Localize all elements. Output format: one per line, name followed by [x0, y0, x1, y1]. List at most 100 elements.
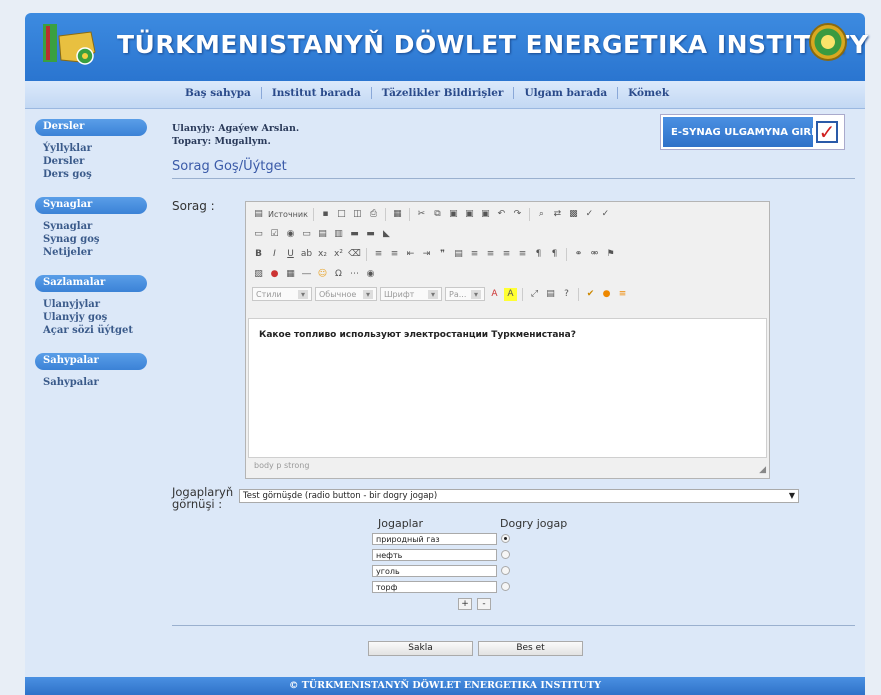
- bulleted-list-icon[interactable]: ≡: [388, 248, 401, 261]
- answer-field[interactable]: уголь: [372, 565, 497, 577]
- correct-radio[interactable]: [501, 582, 510, 591]
- align-justify-icon[interactable]: ≡: [516, 248, 529, 261]
- outdent-icon[interactable]: ⇤: [404, 248, 417, 261]
- link-icon[interactable]: ⚭: [572, 248, 585, 261]
- textarea-icon[interactable]: ▤: [316, 228, 329, 241]
- size-combo[interactable]: Ра... ▾: [445, 287, 485, 301]
- correct-radio[interactable]: [501, 534, 510, 543]
- sidebar-item-pages[interactable]: Sahypalar: [43, 376, 147, 389]
- sidebar-item-add-exam[interactable]: Synag goş: [43, 233, 147, 246]
- answer-field[interactable]: природный газ: [372, 533, 497, 545]
- answer-field[interactable]: нефть: [372, 549, 497, 561]
- subscript-icon[interactable]: x₂: [316, 248, 329, 261]
- select-all-icon[interactable]: ▩: [567, 208, 580, 221]
- sidebar-item-add-course[interactable]: Ders goş: [43, 168, 147, 181]
- sidebar-item-years[interactable]: Ýyllyklar: [43, 142, 147, 155]
- blockquote-icon[interactable]: ❞: [436, 248, 449, 261]
- smiley-icon[interactable]: ☺: [316, 268, 329, 281]
- show-blocks-icon[interactable]: ▤: [544, 288, 557, 301]
- align-center-icon[interactable]: ≡: [484, 248, 497, 261]
- form-icon[interactable]: ▭: [252, 228, 265, 241]
- format-combo[interactable]: Обычное ▾: [315, 287, 377, 301]
- about-icon[interactable]: ?: [560, 288, 573, 301]
- spellcheck-menu-icon[interactable]: ✓: [599, 208, 612, 221]
- correct-radio[interactable]: [501, 566, 510, 575]
- textfield-icon[interactable]: ▭: [300, 228, 313, 241]
- image-button-icon[interactable]: ▬: [364, 228, 377, 241]
- horizontal-rule-icon[interactable]: ―: [300, 268, 313, 281]
- nav-home[interactable]: Baş sahypa: [185, 87, 261, 99]
- table-icon[interactable]: ▦: [284, 268, 297, 281]
- bg-color-icon[interactable]: A: [504, 287, 517, 301]
- flash-icon[interactable]: ●: [268, 268, 281, 281]
- align-left-icon[interactable]: ≡: [468, 248, 481, 261]
- replace-icon[interactable]: ⇄: [551, 208, 564, 221]
- button-icon[interactable]: ▬: [348, 228, 361, 241]
- maximize-icon[interactable]: ⤢: [528, 288, 541, 301]
- check-icon[interactable]: ✔: [584, 288, 597, 301]
- color-icon[interactable]: ●: [600, 288, 613, 301]
- align-right-icon[interactable]: ≡: [500, 248, 513, 261]
- esynag-login-button[interactable]: E-SYNAG ULGAMYNA GIRIŞ ✓: [660, 114, 845, 150]
- font-combo[interactable]: Шрифт ▾: [380, 287, 442, 301]
- sidebar-item-results[interactable]: Netijeler: [43, 246, 147, 259]
- iframe-icon[interactable]: ◉: [364, 268, 377, 281]
- paste-text-icon[interactable]: ▣: [463, 208, 476, 221]
- superscript-icon[interactable]: x²: [332, 248, 345, 261]
- select-icon[interactable]: ▥: [332, 228, 345, 241]
- answer-type-select[interactable]: Test görnüşde (radio button - bir dogry …: [239, 489, 799, 503]
- add-answer-button[interactable]: +: [458, 598, 472, 610]
- find-icon[interactable]: ⌕: [535, 208, 548, 221]
- indent-icon[interactable]: ⇥: [420, 248, 433, 261]
- paste-icon[interactable]: ▣: [447, 208, 460, 221]
- sidebar-item-add-user[interactable]: Ulanyjy goş: [43, 311, 147, 324]
- strike-icon[interactable]: ab: [300, 248, 313, 261]
- italic-icon[interactable]: I: [268, 248, 281, 261]
- sidebar-item-users[interactable]: Ulanyjylar: [43, 298, 147, 311]
- preview-icon[interactable]: ◫: [351, 208, 364, 221]
- save-button[interactable]: Sakla: [368, 641, 473, 656]
- answer-field[interactable]: торф: [372, 581, 497, 593]
- unlink-icon[interactable]: ⚮: [588, 248, 601, 261]
- special-char-icon[interactable]: Ω: [332, 268, 345, 281]
- underline-icon[interactable]: U: [284, 248, 297, 261]
- radio-icon[interactable]: ◉: [284, 228, 297, 241]
- source-icon[interactable]: ▤: [252, 208, 265, 221]
- remove-answer-button[interactable]: -: [477, 598, 491, 610]
- hidden-field-icon[interactable]: ◣: [380, 228, 393, 241]
- list-icon[interactable]: ≡: [616, 288, 629, 301]
- bold-icon[interactable]: B: [252, 248, 265, 261]
- ltr-icon[interactable]: ¶: [532, 248, 545, 261]
- editor-content-area[interactable]: Какое топливо используют электростанции …: [248, 318, 767, 458]
- sidebar-item-courses[interactable]: Dersler: [43, 155, 147, 168]
- undo-icon[interactable]: ↶: [495, 208, 508, 221]
- new-page-icon[interactable]: □: [335, 208, 348, 221]
- resize-handle-icon[interactable]: ◢: [759, 465, 766, 475]
- text-color-icon[interactable]: A: [488, 288, 501, 301]
- remove-format-icon[interactable]: ⌫: [348, 248, 361, 261]
- sidebar-item-change-password[interactable]: Açar sözi üýtget: [43, 324, 147, 337]
- numbered-list-icon[interactable]: ≡: [372, 248, 385, 261]
- templates-icon[interactable]: ▦: [391, 208, 404, 221]
- redo-icon[interactable]: ↷: [511, 208, 524, 221]
- styles-combo[interactable]: Стили ▾: [252, 287, 312, 301]
- div-icon[interactable]: ▤: [452, 248, 465, 261]
- cut-icon[interactable]: ✂: [415, 208, 428, 221]
- cancel-button[interactable]: Bes et: [478, 641, 583, 656]
- correct-radio[interactable]: [501, 550, 510, 559]
- anchor-icon[interactable]: ⚑: [604, 248, 617, 261]
- print-icon[interactable]: ⎙: [367, 208, 380, 221]
- page-break-icon[interactable]: ⋯: [348, 268, 361, 281]
- spellcheck-icon[interactable]: ✓: [583, 208, 596, 221]
- sidebar-item-exams[interactable]: Synaglar: [43, 220, 147, 233]
- copy-icon[interactable]: ⧉: [431, 208, 444, 221]
- nav-news[interactable]: Täzelikler Bildirişler: [370, 87, 514, 99]
- checkbox-icon[interactable]: ☑: [268, 228, 281, 241]
- paste-word-icon[interactable]: ▣: [479, 208, 492, 221]
- nav-help[interactable]: Kömek: [617, 87, 679, 99]
- image-icon[interactable]: ▨: [252, 268, 265, 281]
- save-icon[interactable]: ▪: [319, 208, 332, 221]
- nav-about-system[interactable]: Ulgam barada: [513, 87, 617, 99]
- rtl-icon[interactable]: ¶: [548, 248, 561, 261]
- source-button[interactable]: Источник: [268, 210, 308, 219]
